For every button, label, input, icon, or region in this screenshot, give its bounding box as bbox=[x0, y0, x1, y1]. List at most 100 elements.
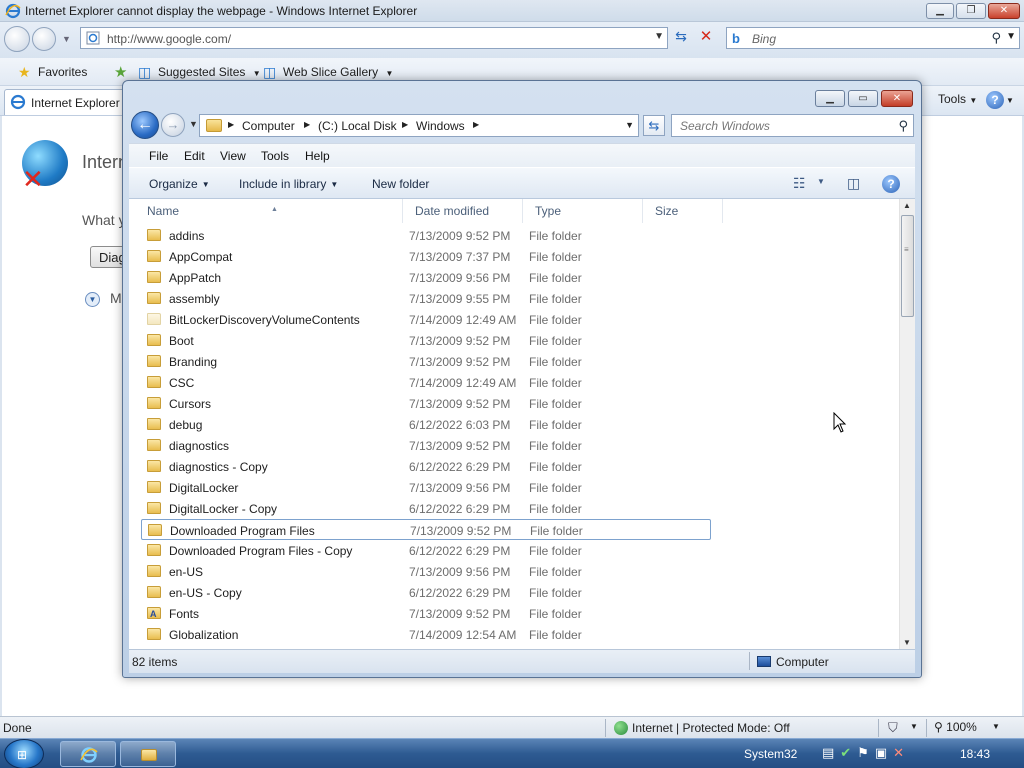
zoom-level[interactable]: ⚲ 100% bbox=[934, 720, 977, 734]
ie-close-button[interactable]: ✕ bbox=[988, 3, 1020, 19]
ie-minimize-button[interactable]: ▁ bbox=[926, 3, 954, 19]
table-row[interactable]: Branding 7/13/2009 9:52 PM File folder bbox=[141, 351, 711, 372]
table-row[interactable]: CSC 7/14/2009 12:49 AM File folder bbox=[141, 372, 711, 393]
column-header-name[interactable]: Name ▲ bbox=[135, 199, 403, 223]
table-row[interactable]: DigitalLocker 7/13/2009 9:56 PM File folde… bbox=[141, 477, 711, 498]
scroll-up-icon[interactable]: ▲ bbox=[903, 201, 911, 210]
table-row[interactable]: BitLockerDiscoveryVolumeContents 7/14/200… bbox=[141, 309, 711, 330]
breadcrumb-arrow-icon[interactable]: ▶ bbox=[228, 120, 234, 129]
tray-document-icon[interactable]: ▤ bbox=[822, 745, 840, 760]
table-row[interactable]: Globalization 7/14/2009 12:54 AM File fold… bbox=[141, 624, 711, 645]
suggested-sites-button[interactable]: ◫ Suggested Sites ▼ bbox=[136, 62, 261, 82]
table-row[interactable]: en-US - Copy 6/12/2022 6:29 PM File folder bbox=[141, 582, 711, 603]
help-menu-icon[interactable]: ? bbox=[986, 91, 1004, 109]
start-button[interactable]: ⊞ bbox=[4, 739, 44, 768]
table-row[interactable]: Fonts 7/13/2009 9:52 PM File folder bbox=[141, 603, 711, 624]
ie-tools-menu[interactable]: Tools ▼ bbox=[938, 92, 977, 106]
explorer-address-bar[interactable]: ▶ Computer ▶ (C:) Local Disk ▶ Windows ▶… bbox=[199, 114, 639, 137]
file-name: Cursors bbox=[169, 397, 212, 411]
table-row[interactable]: diagnostics 7/13/2009 9:52 PM File folder bbox=[141, 435, 711, 456]
organize-button[interactable]: Organize ▼ bbox=[149, 177, 210, 191]
taskbar-toolbar-label[interactable]: System32 bbox=[744, 747, 797, 761]
security-shield-icon[interactable]: ⛉ bbox=[888, 720, 898, 736]
menu-file[interactable]: File bbox=[149, 149, 168, 163]
taskbar-explorer-button[interactable] bbox=[120, 741, 176, 767]
menu-view[interactable]: View bbox=[220, 149, 246, 163]
web-slice-gallery-button[interactable]: ◫ Web Slice Gallery ▼ bbox=[261, 62, 393, 82]
breadcrumb-arrow-icon[interactable]: ▶ bbox=[402, 120, 408, 129]
explorer-close-button[interactable]: ✕ bbox=[881, 90, 913, 107]
scroll-down-icon[interactable]: ▼ bbox=[903, 638, 911, 647]
address-dropdown-icon[interactable]: ▼ bbox=[654, 31, 664, 42]
menu-edit[interactable]: Edit bbox=[184, 149, 205, 163]
expand-more-icon[interactable]: ▼ bbox=[85, 292, 100, 307]
explorer-minimize-button[interactable]: ▁ bbox=[815, 90, 845, 107]
search-options-dropdown-icon[interactable]: ▼ bbox=[1006, 31, 1016, 42]
ie-back-button[interactable] bbox=[4, 26, 30, 52]
scrollbar-thumb[interactable] bbox=[901, 215, 914, 317]
table-row[interactable]: Downloaded Program Files - Copy 6/12/2022… bbox=[141, 540, 711, 561]
taskbar-ie-button[interactable] bbox=[60, 741, 116, 767]
menu-help[interactable]: Help bbox=[305, 149, 330, 163]
more-information-link[interactable]: M bbox=[110, 290, 122, 306]
table-row[interactable]: addins 7/13/2009 9:52 PM File folder bbox=[141, 225, 711, 246]
column-header-type[interactable]: Type bbox=[523, 199, 643, 223]
address-history-dropdown-icon[interactable]: ▼ bbox=[625, 120, 634, 130]
table-row-selected[interactable]: Downloaded Program Files 7/13/2009 9:52 P… bbox=[141, 519, 711, 540]
ie-recent-pages-dropdown[interactable]: ▼ bbox=[62, 34, 71, 44]
change-view-icon[interactable]: ☷ bbox=[793, 175, 806, 192]
view-options-dropdown-icon[interactable]: ▼ bbox=[817, 177, 825, 186]
table-row[interactable]: Cursors 7/13/2009 9:52 PM File folder bbox=[141, 393, 711, 414]
tray-security-icon[interactable]: ✔ bbox=[840, 745, 857, 760]
ie-search-box[interactable]: b Bing ⚲ ▼ bbox=[726, 27, 1020, 49]
chevron-down-icon[interactable]: ▼ bbox=[910, 722, 918, 731]
table-row[interactable]: assembly 7/13/2009 9:55 PM File folder bbox=[141, 288, 711, 309]
tray-network-icon[interactable]: ▣ bbox=[875, 745, 893, 760]
explorer-maximize-button[interactable]: ▭ bbox=[848, 90, 878, 107]
ie-tab-active[interactable]: Internet Explorer bbox=[4, 89, 134, 115]
breadcrumb-local-disk[interactable]: (C:) Local Disk bbox=[318, 119, 397, 133]
table-row[interactable]: diagnostics - Copy 6/12/2022 6:29 PM File … bbox=[141, 456, 711, 477]
help-icon[interactable]: ? bbox=[882, 175, 900, 193]
table-row[interactable]: debug 6/12/2022 6:03 PM File folder bbox=[141, 414, 711, 435]
status-separator bbox=[878, 719, 879, 737]
table-row[interactable]: AppCompat 7/13/2009 7:37 PM File folder bbox=[141, 246, 711, 267]
vertical-scrollbar[interactable]: ▲ ≡ ▼ bbox=[899, 199, 915, 649]
file-name: Branding bbox=[169, 355, 218, 369]
ie-refresh-button[interactable]: ⇆ bbox=[670, 28, 692, 48]
ie-stop-button[interactable]: ✕ bbox=[695, 27, 717, 47]
breadcrumb-arrow-icon[interactable]: ▶ bbox=[304, 120, 310, 129]
taskbar-clock[interactable]: 18:43 bbox=[960, 747, 990, 761]
column-header-size[interactable]: Size bbox=[643, 199, 723, 223]
table-row[interactable]: AppPatch 7/13/2009 9:56 PM File folder bbox=[141, 267, 711, 288]
search-icon[interactable]: ⚲ bbox=[991, 30, 1001, 46]
menu-tools[interactable]: Tools bbox=[261, 149, 289, 163]
explorer-refresh-button[interactable]: ⇆ bbox=[643, 115, 665, 136]
tray-volume-icon[interactable]: ✕ bbox=[893, 745, 910, 760]
chevron-down-icon[interactable]: ▼ bbox=[1006, 96, 1014, 105]
add-to-favorites-bar-icon[interactable]: ★ bbox=[114, 63, 127, 81]
ie-restore-button[interactable]: ❐ bbox=[956, 3, 986, 19]
ie-address-bar[interactable]: http://www.google.com/ ▼ bbox=[80, 27, 668, 49]
table-row[interactable]: en-US 7/13/2009 9:56 PM File folder bbox=[141, 561, 711, 582]
explorer-back-button[interactable]: ← bbox=[131, 111, 159, 139]
new-folder-button[interactable]: New folder bbox=[372, 177, 429, 191]
preview-pane-icon[interactable]: ◫ bbox=[847, 175, 860, 192]
zoom-dropdown-icon[interactable]: ▼ bbox=[992, 722, 1000, 731]
explorer-search-box[interactable]: Search Windows ⚲ bbox=[671, 114, 914, 137]
recent-locations-dropdown-icon[interactable]: ▼ bbox=[189, 119, 198, 129]
security-zone[interactable]: Internet | Protected Mode: Off bbox=[614, 721, 790, 735]
breadcrumb-windows[interactable]: Windows bbox=[416, 119, 465, 133]
explorer-forward-button[interactable]: → bbox=[161, 113, 185, 137]
breadcrumb-arrow-icon[interactable]: ▶ bbox=[473, 120, 479, 129]
ie-forward-button[interactable] bbox=[32, 27, 56, 51]
column-header-date-modified[interactable]: Date modified bbox=[403, 199, 523, 223]
favorites-button[interactable]: ★ Favorites bbox=[16, 62, 87, 82]
breadcrumb-computer[interactable]: Computer bbox=[242, 119, 295, 133]
search-icon[interactable]: ⚲ bbox=[898, 118, 908, 134]
tray-flag-icon[interactable]: ⚑ bbox=[857, 745, 875, 760]
table-row[interactable]: DigitalLocker - Copy 6/12/2022 6:29 PM Fil… bbox=[141, 498, 711, 519]
table-row[interactable]: Boot 7/13/2009 9:52 PM File folder bbox=[141, 330, 711, 351]
system-tray[interactable]: ▤✔⚑▣✕ bbox=[822, 745, 910, 761]
include-in-library-button[interactable]: Include in library ▼ bbox=[239, 177, 338, 191]
